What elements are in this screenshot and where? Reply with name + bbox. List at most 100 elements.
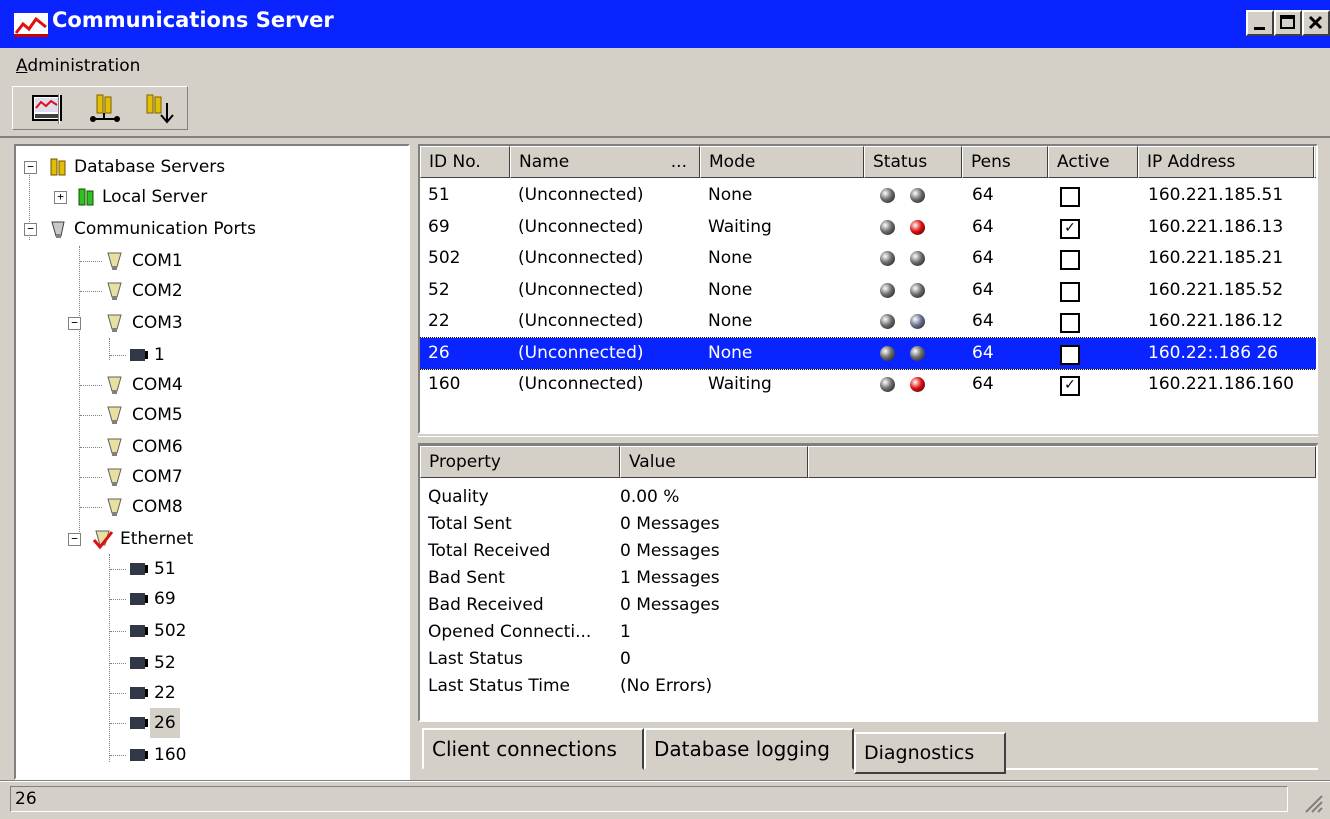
cell-name: (Unconnected) (518, 185, 644, 205)
collapse-icon[interactable]: − (68, 533, 81, 546)
communication-ports-icon (51, 221, 65, 238)
diagnostics-properties[interactable]: Property Value Quality 0.00 % Total Sent 0 … (418, 444, 1318, 722)
status-led-icon (880, 314, 895, 329)
column-header-active[interactable]: Active (1048, 146, 1138, 178)
column-header-value[interactable]: Value (620, 446, 808, 478)
cell-ip: 160.221.185.51 (1148, 185, 1284, 205)
property-name: Opened Connecti... (428, 622, 592, 642)
cell-id: 52 (428, 279, 450, 300)
serial-port-icon (107, 438, 122, 456)
tree-guide (80, 415, 102, 416)
tree-guide (80, 261, 102, 262)
collapse-icon[interactable]: − (24, 223, 37, 236)
column-header-name[interactable]: Name ... (510, 146, 700, 178)
property-row[interactable]: Total Received 0 Messages (420, 538, 1316, 564)
table-row[interactable]: 22 (Unconnected) None 64 160.221.186.12 (420, 306, 1316, 337)
active-checkbox[interactable] (1060, 281, 1080, 302)
cell-pens: 64 (972, 279, 994, 300)
toolbar-divider (0, 136, 1330, 138)
property-row[interactable]: Opened Connecti... 1 (420, 619, 1316, 645)
property-row[interactable]: Last Status 0 (420, 646, 1316, 672)
property-row[interactable]: Last Status Time (No Errors) (420, 673, 1316, 699)
tree-guide (109, 554, 110, 762)
close-button[interactable] (1302, 10, 1330, 36)
active-checkbox[interactable]: ✓ (1060, 218, 1080, 239)
connect-servers-icon[interactable] (87, 93, 123, 125)
table-row[interactable]: 69 (Unconnected) Waiting 64 ✓ 160.221.186.13 (420, 212, 1316, 243)
property-name: Bad Sent (428, 568, 505, 588)
property-row[interactable]: Total Sent 0 Messages (420, 511, 1316, 537)
cell-mode: Waiting (708, 216, 772, 237)
cell-name: (Unconnected) (518, 248, 644, 268)
status-led-icon (880, 188, 895, 203)
maximize-button[interactable] (1274, 10, 1302, 36)
cell-pens: 64 (972, 185, 994, 205)
tab-diagnostics[interactable]: Diagnostics (854, 732, 1006, 774)
column-header-ip[interactable]: IP Address (1138, 146, 1314, 178)
device-icon (130, 625, 148, 637)
cell-pens: 64 (972, 216, 994, 237)
resize-grip-icon[interactable] (1300, 790, 1324, 814)
active-checkbox[interactable] (1060, 250, 1080, 270)
pane-splitter[interactable] (418, 436, 1318, 444)
expand-icon[interactable]: + (54, 191, 67, 204)
table-row[interactable]: 52 (Unconnected) None 64 160.221.185.52 (420, 275, 1316, 306)
tree-label: 160 (154, 745, 187, 765)
serial-port-icon (107, 314, 122, 332)
cell-id: 160 (428, 374, 461, 394)
tree-label: 52 (154, 653, 176, 673)
collapse-icon[interactable]: − (68, 317, 81, 330)
table-row[interactable]: 502 (Unconnected) None 64 160.221.185.21 (420, 243, 1316, 274)
cell-pens: 64 (972, 374, 994, 394)
property-name: Total Sent (428, 514, 512, 534)
device-icon (130, 687, 148, 699)
cell-name: (Unconnected) (518, 374, 644, 394)
tree-view[interactable]: − Database Servers + Local Server − Comm… (14, 144, 410, 780)
table-row[interactable]: 160 (Unconnected) Waiting 64 ✓ 160.221.186.16… (420, 369, 1316, 400)
collapse-icon[interactable]: − (24, 161, 37, 174)
column-header-status[interactable]: Status (864, 146, 962, 178)
property-row[interactable]: Bad Received 0 Messages (420, 592, 1316, 618)
tree-guide (80, 291, 102, 292)
property-row[interactable]: Quality 0.00 % (420, 484, 1316, 510)
connections-list[interactable]: ID No. Name ... Mode Status Pens Active … (418, 144, 1318, 434)
serial-port-icon (107, 498, 122, 516)
tree-label: 22 (154, 683, 176, 703)
column-header-pens[interactable]: Pens (962, 146, 1048, 178)
maximize-icon (1280, 15, 1295, 29)
column-header-name-label: Name (519, 152, 570, 172)
column-header-property[interactable]: Property (420, 446, 620, 478)
tree-label: COM3 (132, 313, 183, 333)
active-checkbox[interactable] (1060, 344, 1080, 365)
status-led-icon (910, 251, 925, 266)
tab-database-logging[interactable]: Database logging (644, 728, 854, 770)
property-value: 0 (620, 649, 631, 669)
tree-guide (110, 755, 126, 756)
active-checkbox[interactable]: ✓ (1060, 376, 1080, 396)
status-led-icon (880, 377, 895, 392)
property-name: Last Status (428, 649, 523, 669)
status-text: 26 (10, 786, 1288, 812)
tree-guide (80, 507, 102, 508)
tab-client-connections[interactable]: Client connections (422, 728, 644, 770)
tree-guide (110, 355, 126, 356)
property-name: Bad Received (428, 595, 544, 615)
minimize-button[interactable] (1246, 10, 1274, 36)
column-header-mode[interactable]: Mode (700, 146, 864, 178)
tree-label-selected: 26 (150, 708, 180, 738)
device-icon (130, 349, 148, 361)
tree-label: Database Servers (74, 157, 226, 177)
cell-mode: None (708, 279, 753, 300)
cell-name: (Unconnected) (518, 342, 644, 363)
tree-guide (110, 663, 126, 664)
active-checkbox[interactable] (1060, 187, 1080, 207)
menu-administration[interactable]: Administration (16, 56, 140, 76)
property-row[interactable]: Bad Sent 1 Messages (420, 565, 1316, 591)
active-checkbox[interactable] (1060, 313, 1080, 333)
column-header-id[interactable]: ID No. (420, 146, 510, 178)
property-value: 0 Messages (620, 514, 720, 534)
table-row[interactable]: 26 (Unconnected) None 64 160.22:.186 26 (420, 336, 1316, 370)
status-led-icon (880, 219, 895, 235)
add-server-icon[interactable] (141, 93, 177, 125)
table-row[interactable]: 51 (Unconnected) None 64 160.221.185.51 (420, 180, 1316, 211)
